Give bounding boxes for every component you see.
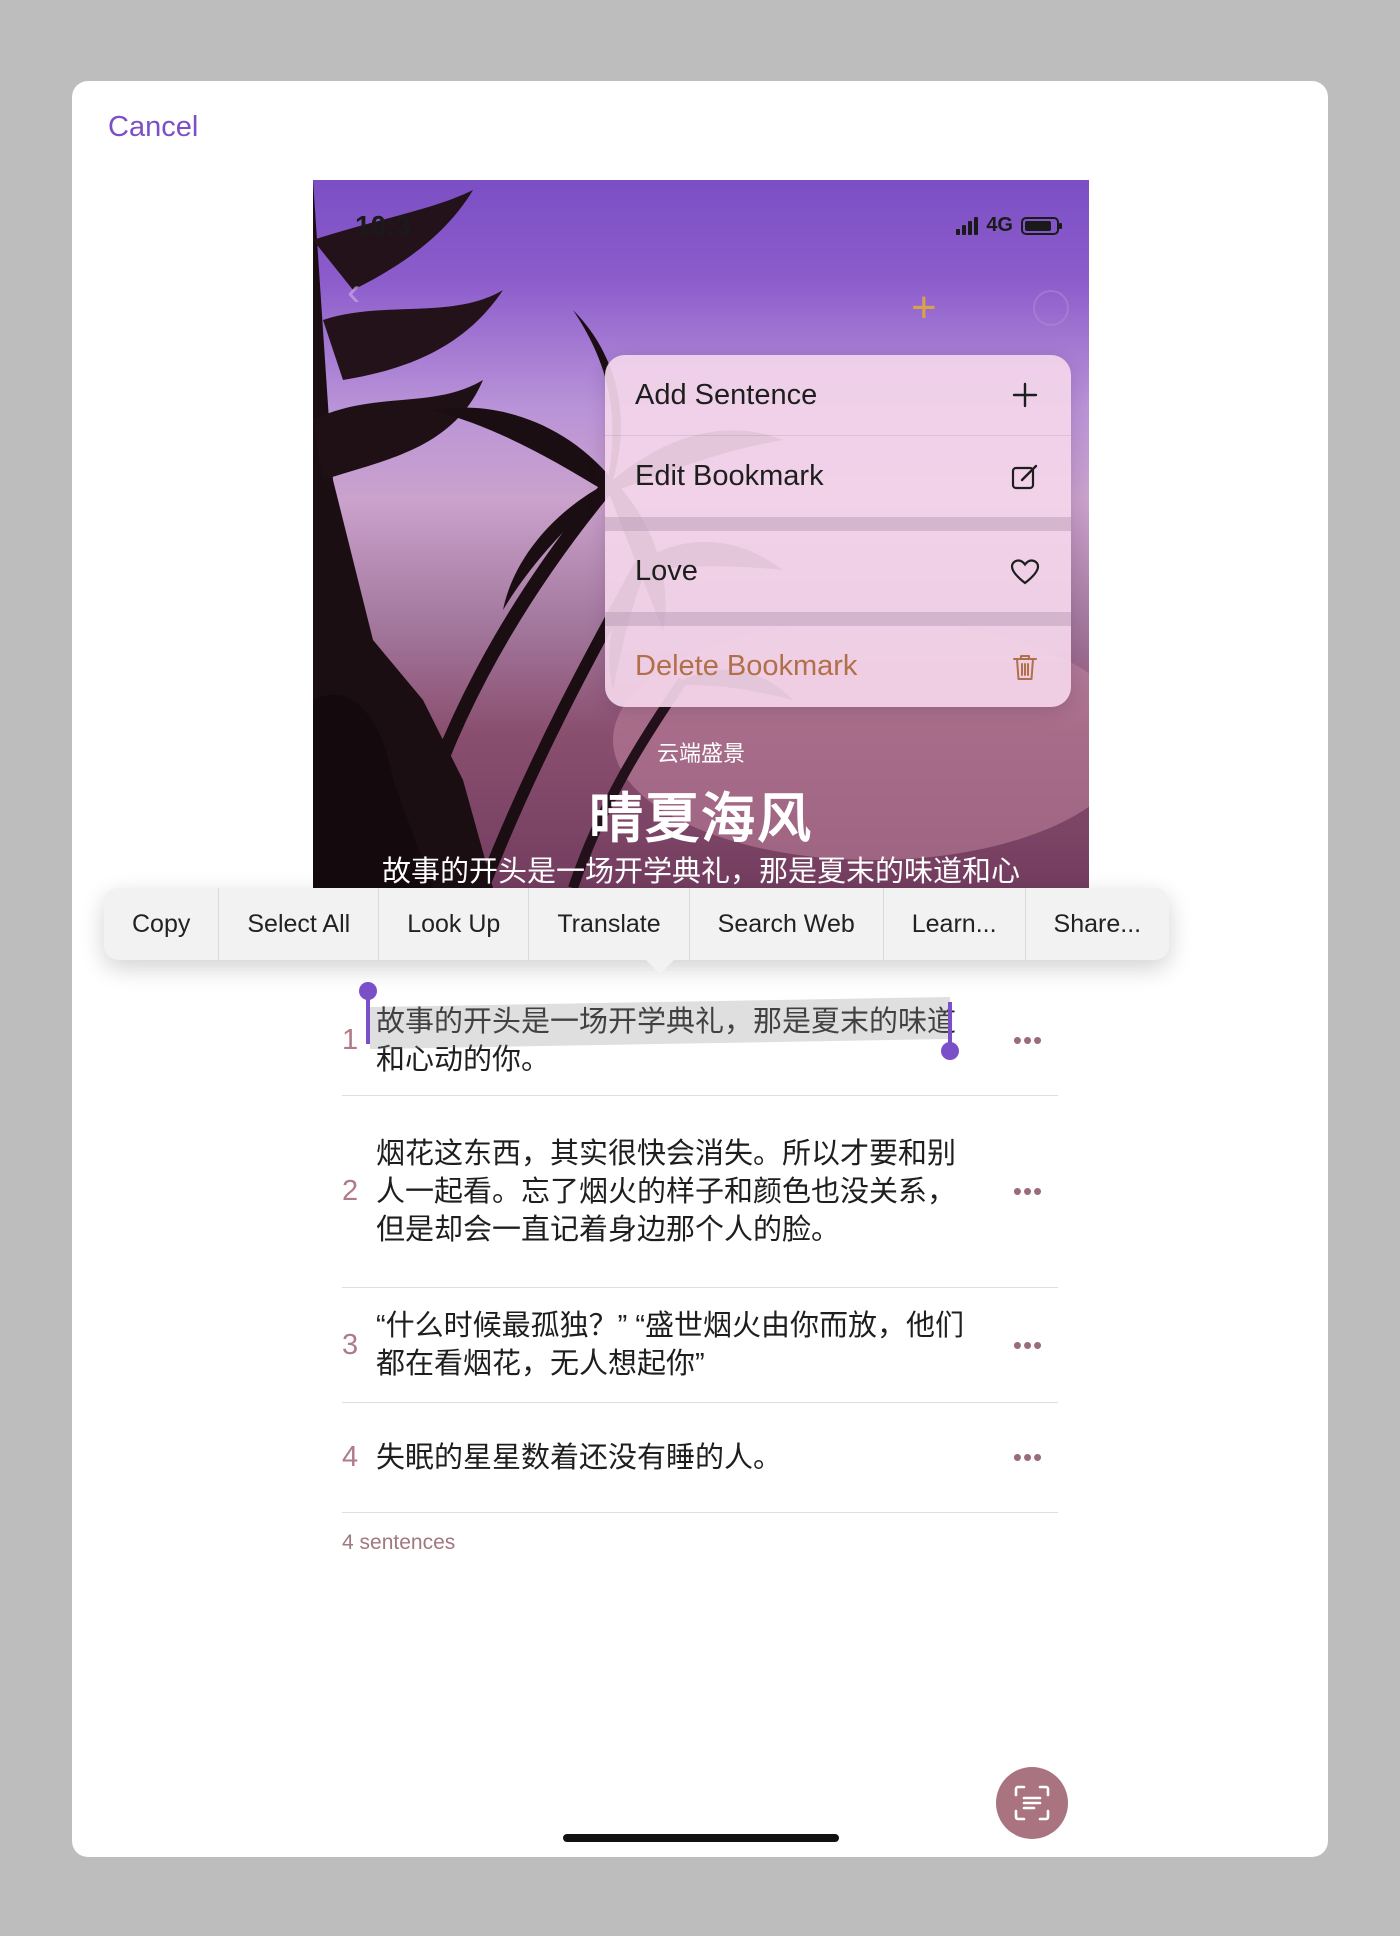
delete-bookmark-menu-item[interactable]: Delete Bookmark (605, 626, 1071, 707)
menu-item-label: Edit Bookmark (635, 460, 824, 492)
selection-end-handle[interactable] (941, 1002, 959, 1060)
sentence-number: 3 (342, 1328, 359, 1361)
sentence-list: 1 故事的开头是一场开学典礼，那是夏末的味道和心动的你。 ••• 2 烟花这东西… (342, 982, 1058, 1513)
translate-button[interactable]: Translate (529, 888, 690, 960)
selection-start-handle[interactable] (359, 982, 377, 1044)
sentence-row[interactable]: 3 “什么时候最孤独？” “盛世烟火由你而放，他们都在看烟花，无人想起你” ••… (342, 1288, 1058, 1403)
heart-icon (1009, 556, 1041, 588)
learn-button[interactable]: Learn... (884, 888, 1026, 960)
scan-text-icon (1014, 1785, 1050, 1821)
more-options-button[interactable]: ••• (998, 1330, 1058, 1361)
search-web-button[interactable]: Search Web (690, 888, 884, 960)
cancel-button[interactable]: Cancel (108, 111, 198, 144)
sentence-text[interactable]: “什么时候最孤独？” “盛世烟火由你而放，他们都在看烟花，无人想起你” (376, 1307, 998, 1383)
sentence-row[interactable]: 1 故事的开头是一场开学典礼，那是夏末的味道和心动的你。 ••• (342, 982, 1058, 1096)
sentence-text[interactable]: 烟花这东西，其实很快会消失。所以才要和别人一起看。忘了烟火的样子和颜色也没关系，… (376, 1135, 998, 1249)
love-menu-item[interactable]: Love (605, 531, 1071, 612)
edit-bookmark-menu-item[interactable]: Edit Bookmark (605, 436, 1071, 517)
battery-icon (1021, 216, 1062, 235)
network-label: 4G (986, 214, 1013, 236)
plus-icon (1009, 379, 1041, 411)
share-button[interactable]: Share... (1026, 888, 1170, 960)
menu-divider (605, 517, 1071, 531)
more-options-button[interactable]: ••• (998, 1176, 1058, 1207)
text-edit-menu: Copy Select All Look Up Translate Search… (104, 888, 1170, 960)
menu-divider (605, 612, 1071, 626)
edit-icon (1009, 461, 1041, 493)
menu-item-label: Delete Bookmark (635, 650, 858, 682)
menu-item-label: Add Sentence (635, 378, 818, 411)
edit-menu-arrow (646, 960, 674, 974)
sentence-number: 4 (342, 1441, 359, 1473)
trash-icon (1009, 651, 1041, 683)
scan-text-button[interactable] (996, 1767, 1068, 1839)
screenshot-subtitle: 云端盛景 (656, 741, 745, 766)
sheet: Cancel 10:3 4G ‹ + 云端盛景 晴夏海风 故事的开头是一场开学典… (72, 81, 1328, 1857)
bookmark-context-menu: Add Sentence Edit Bookmark Love Delete B… (605, 355, 1071, 707)
add-sentence-menu-item[interactable]: Add Sentence (605, 355, 1071, 436)
select-all-button[interactable]: Select All (219, 888, 380, 960)
profile-circle-icon (1033, 290, 1069, 326)
sentence-row[interactable]: 4 失眠的星星数着还没有睡的人。 ••• (342, 1403, 1058, 1513)
status-bar-right: 4G (956, 214, 1062, 237)
look-up-button[interactable]: Look Up (379, 888, 530, 960)
copy-button[interactable]: Copy (104, 888, 220, 960)
sentence-number: 2 (342, 1175, 359, 1207)
sentence-text[interactable]: 失眠的星星数着还没有睡的人。 (376, 1439, 998, 1477)
screenshot-title: 晴夏海风 (589, 789, 813, 849)
menu-item-label: Love (635, 555, 698, 587)
status-time: 10:3 (355, 210, 412, 241)
more-options-button[interactable]: ••• (998, 1442, 1058, 1473)
back-chevron-icon: ‹ (347, 270, 361, 314)
add-icon: + (911, 283, 937, 332)
sentence-count: 4 sentences (342, 1531, 456, 1554)
home-indicator (563, 1834, 839, 1842)
screenshot-text-line: 故事的开头是一场开学典礼，那是夏末的味道和心 (381, 856, 1020, 888)
signal-icon (956, 216, 979, 235)
sentence-row[interactable]: 2 烟花这东西，其实很快会消失。所以才要和别人一起看。忘了烟火的样子和颜色也没关… (342, 1096, 1058, 1288)
more-options-button[interactable]: ••• (998, 1025, 1058, 1056)
